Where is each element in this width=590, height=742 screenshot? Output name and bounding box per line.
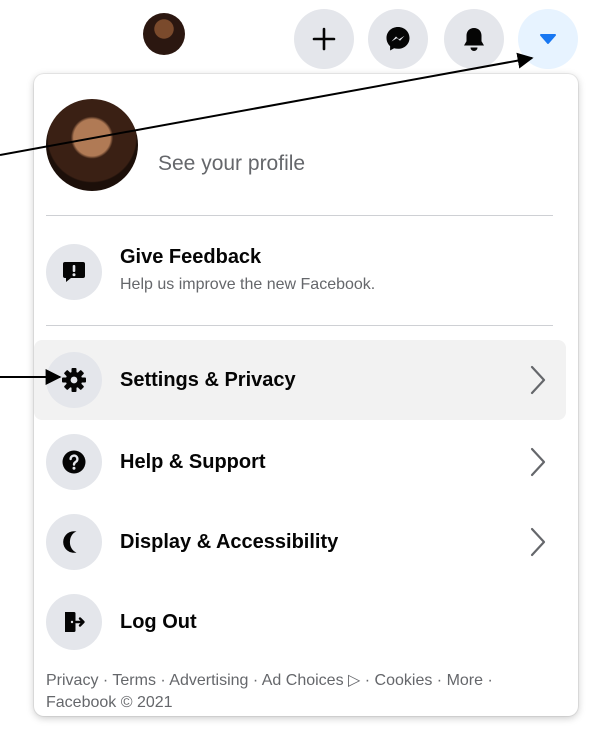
caret-down-icon <box>540 34 556 44</box>
footer-links[interactable]: Privacy · Terms · Advertising · Ad Choic… <box>46 670 566 714</box>
messenger-button[interactable] <box>368 9 428 69</box>
display-accessibility-label: Display & Accessibility <box>120 531 339 553</box>
messenger-icon <box>386 27 410 51</box>
display-icon-wrap <box>46 514 102 570</box>
settings-privacy-label: Settings & Privacy <box>120 369 296 391</box>
profile-avatar <box>46 99 138 191</box>
moon-icon <box>63 531 77 553</box>
divider <box>46 215 553 216</box>
see-profile-label: See your profile <box>158 152 306 175</box>
help-support-label: Help & Support <box>120 451 266 473</box>
log-out-item[interactable]: Log Out <box>34 582 566 662</box>
feedback-subtitle: Help us improve the new Facebook. <box>120 276 376 293</box>
plus-icon <box>312 27 336 51</box>
create-button[interactable] <box>294 9 354 69</box>
see-profile-link[interactable]: See your profile <box>46 96 566 196</box>
chevron-right-icon <box>530 447 546 477</box>
avatar[interactable] <box>143 13 185 55</box>
gear-icon <box>62 368 86 392</box>
account-menu-button[interactable] <box>518 9 578 69</box>
settings-icon-wrap <box>46 352 102 408</box>
chevron-right-icon <box>530 365 546 395</box>
feedback-icon-wrap <box>46 244 102 300</box>
divider <box>46 325 553 326</box>
feedback-icon <box>63 262 85 282</box>
help-icon-wrap <box>46 434 102 490</box>
question-icon <box>62 450 86 474</box>
display-accessibility-item[interactable]: Display & Accessibility <box>34 502 566 582</box>
chevron-right-icon <box>530 527 546 557</box>
help-support-item[interactable]: Help & Support <box>34 422 566 502</box>
top-bar <box>0 0 590 72</box>
give-feedback-item[interactable]: Give Feedback Help us improve the new Fa… <box>46 232 566 314</box>
settings-privacy-item[interactable]: Settings & Privacy <box>34 340 566 420</box>
feedback-title: Give Feedback <box>120 246 262 268</box>
account-dropdown-menu: See your profile Give Feedback Help us i… <box>34 74 578 716</box>
logout-icon <box>65 612 85 632</box>
log-out-label: Log Out <box>120 611 197 633</box>
logout-icon-wrap <box>46 594 102 650</box>
notifications-button[interactable] <box>444 9 504 69</box>
bell-icon <box>464 28 484 51</box>
